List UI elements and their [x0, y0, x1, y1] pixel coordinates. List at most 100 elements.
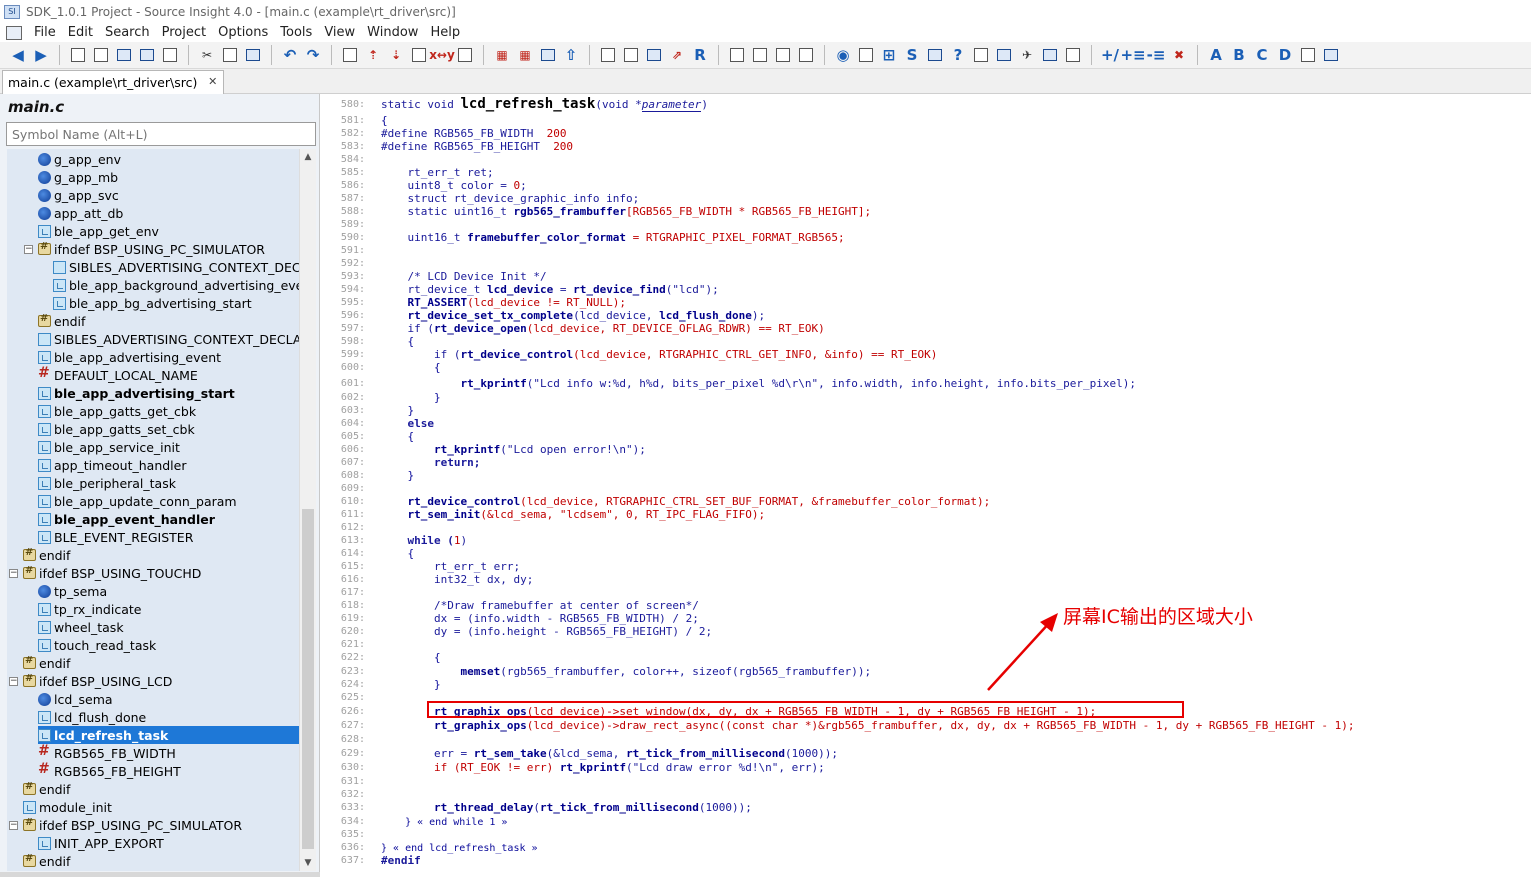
menu-window[interactable]: Window [363, 25, 426, 40]
symbol-item[interactable]: − ifdef BSP_USING_LCD [9, 672, 299, 690]
symbol-item[interactable]: module_init [23, 798, 299, 816]
symbol-item[interactable]: endif [23, 546, 299, 564]
fullscreen-icon[interactable] [856, 45, 876, 65]
symbol-item[interactable]: − ifndef BSP_USING_PC_SIMULATOR [24, 240, 299, 258]
tab-main-c[interactable]: main.c (example\rt_driver\src) ✕ [2, 70, 225, 94]
d-icon[interactable]: D [1275, 45, 1295, 65]
delete-icon[interactable]: ✖ [1169, 45, 1189, 65]
symbol-item[interactable]: lcd_refresh_task [38, 726, 299, 744]
symbol-item[interactable]: touch_read_task [38, 636, 299, 654]
new-file-icon[interactable] [68, 45, 88, 65]
bookmark-icon[interactable]: ▦ [492, 45, 512, 65]
symbol-window-icon[interactable]: ⊞ [879, 45, 899, 65]
symbol-item[interactable]: ble_app_get_env [38, 222, 299, 240]
replace-icon[interactable]: x↔y [429, 45, 455, 65]
grid-icon[interactable] [1063, 45, 1083, 65]
layout-4-icon[interactable] [796, 45, 816, 65]
symbol-item[interactable]: ble_app_gatts_get_cbk [38, 402, 299, 420]
help-icon[interactable]: ? [948, 45, 968, 65]
b-icon[interactable]: B [1229, 45, 1249, 65]
symbol-item[interactable]: ble_app_service_init [38, 438, 299, 456]
undo-icon[interactable]: ↶ [280, 45, 300, 65]
book-icon[interactable] [644, 45, 664, 65]
symbol-list[interactable]: g_app_env g_app_mb g_app_svc app_att_db ble_… [7, 149, 299, 871]
symbol-item[interactable]: endif [38, 312, 299, 330]
f-icon[interactable] [1321, 45, 1341, 65]
puzzle-icon[interactable] [1040, 45, 1060, 65]
symbol-item[interactable]: ble_peripheral_task [38, 474, 299, 492]
symbol-item[interactable]: app_att_db [38, 204, 299, 222]
e-icon[interactable] [1298, 45, 1318, 65]
code-editor[interactable]: 580: 581: 582: 583: 584: 585: 586: 587: 588: 589:… [321, 94, 1531, 877]
layout-3-icon[interactable] [773, 45, 793, 65]
symbol-item[interactable]: INIT_APP_EXPORT [38, 834, 299, 852]
symbol-item[interactable]: ble_app_event_handler [38, 510, 299, 528]
collapse-icon[interactable]: − [24, 244, 33, 254]
symbol-item[interactable]: − ifdef BSP_USING_TOUCHD [9, 564, 299, 582]
c-icon[interactable]: C [1252, 45, 1272, 65]
scroll-up-icon[interactable]: ▲ [300, 149, 316, 165]
reference-icon[interactable]: R [690, 45, 710, 65]
close-icon[interactable]: ✕ [208, 75, 217, 88]
menu-edit[interactable]: Edit [64, 25, 101, 40]
search-files-icon[interactable] [455, 45, 475, 65]
symbol-item[interactable]: ble_app_background_advertising_event [53, 276, 299, 294]
back-arrow-icon[interactable]: ◀ [8, 45, 28, 65]
symbol-item[interactable]: endif [23, 654, 299, 672]
symbol-item[interactable]: tp_sema [38, 582, 299, 600]
symbol-item[interactable]: DEFAULT_LOCAL_NAME [38, 365, 299, 384]
symbol-item[interactable]: wheel_task [38, 618, 299, 636]
collapse-icon[interactable]: − [9, 676, 18, 686]
context-icon[interactable] [621, 45, 641, 65]
relation-icon[interactable]: ⇗ [667, 45, 687, 65]
project-icon[interactable]: ◉ [833, 45, 853, 65]
symbol-item[interactable]: ble_app_bg_advertising_start [53, 294, 299, 312]
menu-file[interactable]: File [30, 25, 64, 40]
relation-window-icon[interactable] [925, 45, 945, 65]
bird-icon[interactable]: ✈ [1017, 45, 1037, 65]
minus-lines-icon[interactable]: -≡ [1146, 45, 1166, 65]
jump-down-icon[interactable]: ⇣ [386, 45, 406, 65]
print-icon[interactable] [160, 45, 180, 65]
cut-icon[interactable]: ✂ [197, 45, 217, 65]
system-menu-icon[interactable] [6, 25, 22, 40]
symbol-item[interactable]: g_app_mb [38, 168, 299, 186]
symbol-item[interactable]: ble_app_gatts_set_cbk [38, 420, 299, 438]
a-icon[interactable]: A [1206, 45, 1226, 65]
collapse-icon[interactable]: − [9, 820, 18, 830]
symbol-item[interactable]: SIBLES_ADVERTISING_CONTEXT_DECLA [53, 258, 299, 276]
layout-2-icon[interactable] [750, 45, 770, 65]
s-icon[interactable]: S [902, 45, 922, 65]
clip-icon[interactable] [971, 45, 991, 65]
menu-project[interactable]: Project [158, 25, 214, 40]
symbol-search-input[interactable] [6, 122, 316, 146]
symbol-item[interactable]: SIBLES_ADVERTISING_CONTEXT_DECLAR [38, 330, 299, 348]
symbol-item[interactable]: app_timeout_handler [38, 456, 299, 474]
menu-help[interactable]: Help [426, 25, 468, 40]
layout-1-icon[interactable] [727, 45, 747, 65]
symbol-item[interactable]: g_app_env [38, 150, 299, 168]
scroll-down-icon[interactable]: ▼ [300, 855, 316, 871]
menu-view[interactable]: View [320, 25, 363, 40]
copy-icon[interactable] [220, 45, 240, 65]
symbol-item[interactable]: tp_rx_indicate [38, 600, 299, 618]
open-file-icon[interactable] [91, 45, 111, 65]
symbol-scrollbar[interactable]: ▲ ▼ [299, 149, 316, 871]
bookmark-next-icon[interactable]: ▦ [515, 45, 535, 65]
symbol-item[interactable]: ble_app_update_conn_param [38, 492, 299, 510]
browse-icon[interactable] [409, 45, 429, 65]
symbol-item[interactable]: ble_app_advertising_event [38, 348, 299, 366]
globe-icon[interactable] [994, 45, 1014, 65]
save-icon[interactable] [114, 45, 134, 65]
menu-search[interactable]: Search [101, 25, 158, 40]
save-all-icon[interactable] [137, 45, 157, 65]
symbol-item[interactable]: ble_app_advertising_start [38, 384, 299, 402]
symbol-item[interactable]: g_app_svc [38, 186, 299, 204]
symbol-item[interactable]: endif [23, 852, 299, 870]
jump-up-icon[interactable]: ⇡ [363, 45, 383, 65]
forward-arrow-icon[interactable]: ▶ [31, 45, 51, 65]
symbol-item[interactable]: endif [23, 780, 299, 798]
collapse-icon[interactable]: − [9, 568, 18, 578]
scroll-thumb[interactable] [302, 509, 314, 849]
paste-icon[interactable] [243, 45, 263, 65]
